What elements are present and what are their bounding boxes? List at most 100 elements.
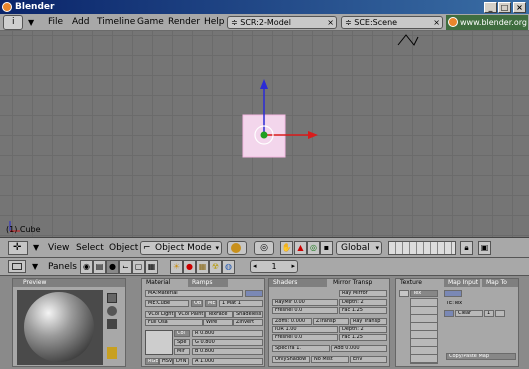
- texface-toggle[interactable]: TexFace: [205, 311, 233, 318]
- sphere-preview-icon[interactable]: [107, 306, 117, 316]
- lamp-subcontext-icon[interactable]: ☀: [170, 260, 183, 274]
- shadeless-toggle[interactable]: Shadeless: [233, 311, 263, 318]
- no-mist-toggle[interactable]: No Mist: [311, 356, 349, 363]
- screen-selector[interactable]: ≑ SCR:2-Model ×: [227, 16, 337, 29]
- editor-type-button[interactable]: [8, 260, 26, 273]
- y-axis-arrow-icon[interactable]: [260, 79, 268, 89]
- logic-context-icon[interactable]: ◉: [80, 260, 93, 274]
- texture-slot-checkbox[interactable]: [399, 290, 409, 297]
- website-link[interactable]: www.blender.org: [446, 15, 528, 30]
- render-view-icon[interactable]: ▣: [478, 241, 491, 255]
- texture-slot-active[interactable]: Tex: [410, 290, 438, 297]
- material-index-field[interactable]: 1 Mat 1: [219, 300, 263, 307]
- tab-map-to[interactable]: Map To: [482, 279, 518, 287]
- red-slider[interactable]: R 0.800: [192, 330, 263, 337]
- fake-user-icon[interactable]: [495, 310, 505, 317]
- transp-fac-slider[interactable]: Fac 1.25: [339, 334, 387, 341]
- mirror-fresnel-slider[interactable]: Fresnel 0.0: [272, 307, 338, 314]
- rgb-mode-button[interactable]: RGB: [145, 358, 159, 365]
- tab-texture[interactable]: Texture: [396, 279, 442, 287]
- zoffs-field[interactable]: Zoffs: 0.000: [272, 318, 312, 325]
- flat-preview-icon[interactable]: [107, 293, 117, 303]
- texture-subcontext-icon[interactable]: ▦: [196, 260, 209, 274]
- menu-file[interactable]: File: [48, 17, 63, 27]
- editing-context-icon[interactable]: ▢: [132, 260, 145, 274]
- shading-context-icon[interactable]: ●: [106, 260, 119, 274]
- maximize-button[interactable]: □: [498, 2, 511, 13]
- rotate-icon[interactable]: ◎: [307, 241, 320, 255]
- spectra-slider[interactable]: SpecTra 1.: [272, 345, 330, 352]
- wire-toggle[interactable]: Wire: [203, 319, 233, 326]
- mirror-depth-field[interactable]: Depth: 2: [339, 299, 387, 306]
- material-subcontext-icon[interactable]: ●: [183, 260, 196, 274]
- cube-preview-icon[interactable]: [107, 319, 117, 329]
- mode-selector[interactable]: ⌐ Object Mode ▾: [140, 241, 222, 255]
- menu-help[interactable]: Help: [204, 17, 225, 27]
- layer-buttons[interactable]: [388, 241, 456, 255]
- pivot-selector[interactable]: ◎: [254, 241, 274, 255]
- raymir-slider[interactable]: RayMir 0.00: [272, 299, 338, 306]
- clear-button[interactable]: Clear: [455, 310, 483, 317]
- menu-render[interactable]: Render: [168, 17, 200, 27]
- menu-game[interactable]: Game: [137, 17, 164, 27]
- x-axis-arrow-icon[interactable]: [308, 131, 318, 139]
- frame-field[interactable]: ◂ 1 ▸: [250, 260, 298, 273]
- hsv-mode-button[interactable]: HSV: [159, 358, 173, 365]
- green-slider[interactable]: G 0.800: [192, 339, 263, 346]
- mesh-name-field[interactable]: ME:Cube: [145, 300, 189, 307]
- ray-mirror-toggle[interactable]: Ray Mirror: [339, 290, 387, 297]
- tab-shaders[interactable]: Shaders: [269, 279, 327, 287]
- ztransp-toggle[interactable]: ZTransp: [313, 318, 349, 325]
- translate-icon[interactable]: ▲: [294, 241, 307, 255]
- tab-ramps[interactable]: Ramps: [188, 279, 228, 287]
- menu-view[interactable]: View: [48, 243, 69, 253]
- preview-background-icon[interactable]: [107, 347, 117, 359]
- close-button[interactable]: ×: [513, 2, 526, 13]
- transp-depth-field[interactable]: Depth: 2: [339, 326, 387, 333]
- col-button[interactable]: Col: [174, 330, 190, 337]
- window-type-button[interactable]: i: [3, 15, 23, 30]
- lock-icon[interactable]: 🔒︎: [460, 241, 473, 255]
- color-swatch[interactable]: [145, 330, 173, 355]
- alpha-slider[interactable]: A 1.000: [192, 358, 263, 365]
- copy-paste-map-button[interactable]: Copy/Paste Map: [446, 353, 516, 360]
- scale-icon[interactable]: ▪: [320, 241, 333, 255]
- tab-material[interactable]: Material: [142, 279, 186, 287]
- transp-fresnel-slider[interactable]: Fresnel 0.0: [272, 334, 338, 341]
- minimize-button[interactable]: _: [484, 2, 497, 13]
- menu-timeline[interactable]: Timeline: [97, 17, 135, 27]
- radiosity-subcontext-icon[interactable]: ☢: [209, 260, 222, 274]
- collapse-arrow-icon[interactable]: ▼: [28, 18, 34, 27]
- scene-context-icon[interactable]: ▦: [145, 260, 158, 274]
- tab-map-input[interactable]: Map Input: [444, 279, 480, 287]
- menu-select[interactable]: Select: [76, 243, 104, 253]
- scene-delete-icon[interactable]: ×: [433, 17, 440, 28]
- orientation-selector[interactable]: Global ▾: [336, 241, 382, 255]
- object-context-icon[interactable]: ⌙: [119, 260, 132, 274]
- material-browse-icon[interactable]: [245, 290, 263, 297]
- texture-browse-icon[interactable]: [444, 290, 462, 297]
- editor-type-button[interactable]: ✛: [8, 241, 28, 255]
- menu-object[interactable]: Object: [109, 243, 138, 253]
- script-context-icon[interactable]: ▤: [93, 260, 106, 274]
- vcol-light-toggle[interactable]: VCol Light: [145, 311, 175, 318]
- collapse-arrow-icon[interactable]: ▼: [33, 243, 39, 252]
- me-link-button[interactable]: ME: [205, 300, 217, 307]
- frame-increment-icon[interactable]: ▸: [291, 261, 295, 272]
- ior-slider[interactable]: IOR 1.00: [272, 326, 338, 333]
- zinvert-toggle[interactable]: ZInvert: [233, 319, 263, 326]
- menu-add[interactable]: Add: [72, 17, 89, 27]
- ray-transp-toggle[interactable]: Ray Transp: [350, 318, 387, 325]
- material-name-field[interactable]: MA:Material: [145, 290, 243, 297]
- vcol-paint-toggle[interactable]: VCol Paint: [175, 311, 205, 318]
- full-osa-toggle[interactable]: Full Osa: [145, 319, 203, 326]
- world-subcontext-icon[interactable]: ◍: [222, 260, 235, 274]
- tab-mirror-transp[interactable]: Mirror Transp: [329, 279, 389, 287]
- scene-selector[interactable]: ≑ SCE:Scene ×: [341, 16, 443, 29]
- texture-type-icon[interactable]: [444, 310, 454, 317]
- hand-icon[interactable]: ✋: [280, 241, 293, 255]
- 3d-viewport[interactable]: (1) Cube: [0, 31, 529, 238]
- add-slider[interactable]: Add 0.000: [331, 345, 387, 352]
- mirror-fac-slider[interactable]: Fac 1.25: [339, 307, 387, 314]
- dyn-mode-button[interactable]: DYN: [173, 358, 189, 365]
